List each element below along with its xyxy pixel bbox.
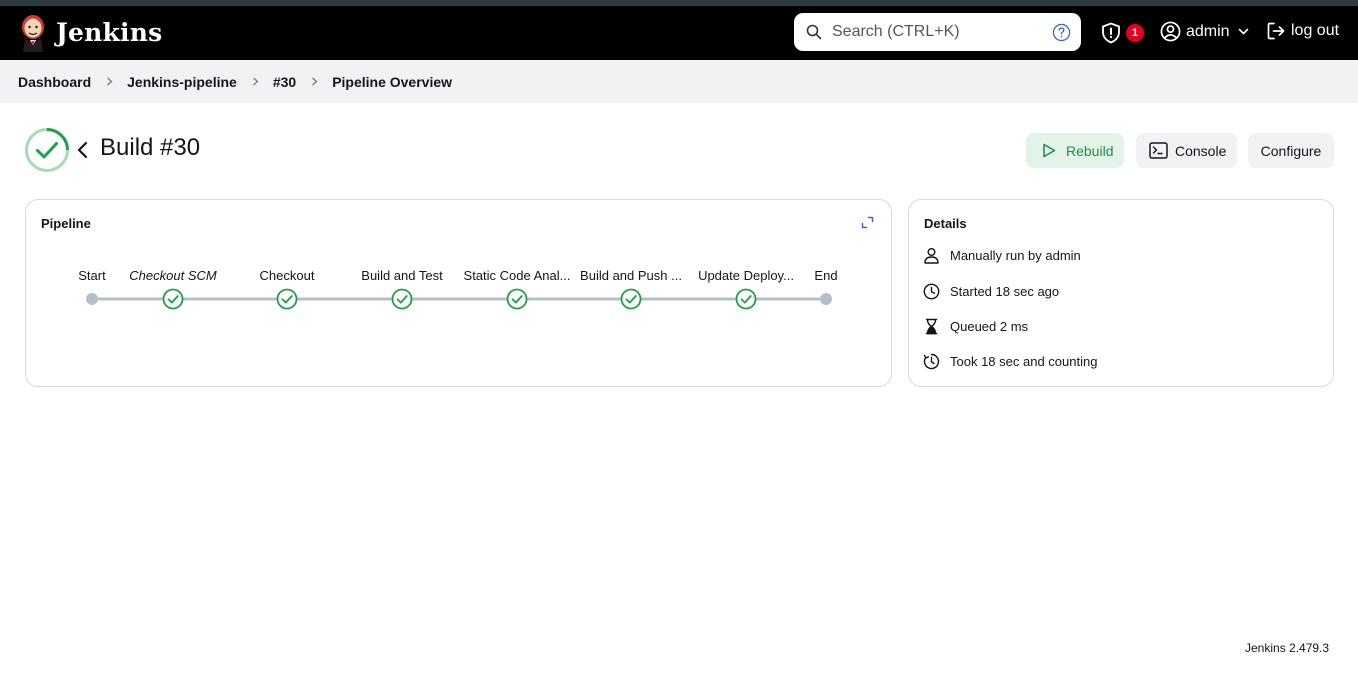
detail-started-time: Started 18 sec ago (923, 283, 1059, 300)
stage-node-build-and-push[interactable] (620, 288, 642, 310)
detail-duration-text: Took 18 sec and counting (950, 354, 1098, 369)
rebuild-label: Rebuild (1066, 142, 1114, 159)
stage-node-build-and-test[interactable] (391, 288, 413, 310)
stage-node-checkout-scm[interactable] (162, 288, 184, 310)
breadcrumb-dashboard[interactable]: Dashboard (18, 74, 91, 90)
stage-node-update-deploy[interactable] (735, 288, 757, 310)
hourglass-icon (925, 318, 938, 335)
jenkins-home-link[interactable]: Jenkins (18, 12, 162, 52)
breadcrumb-pipeline-overview[interactable]: Pipeline Overview (332, 74, 452, 90)
breadcrumb-separator-icon (107, 77, 113, 86)
clock-icon (923, 283, 940, 300)
breadcrumb: Dashboard Jenkins-pipeline #30 Pipeline … (0, 60, 1358, 103)
logout-link[interactable]: log out (1266, 21, 1339, 41)
stage-node-start (86, 293, 98, 305)
user-icon (924, 248, 939, 264)
breadcrumb-separator-icon (252, 77, 259, 86)
user-name: admin (1186, 22, 1230, 40)
stage-label-build-and-push[interactable]: Build and Push ... (580, 268, 682, 283)
detail-started-by-text: Manually run by admin (950, 248, 1081, 263)
details-card: Details Manually run by admin Started 18… (908, 199, 1334, 387)
details-card-title: Details (924, 216, 967, 231)
console-button[interactable]: Console (1136, 133, 1237, 168)
stage-label-start: Start (78, 268, 106, 283)
back-chevron-icon[interactable] (76, 141, 90, 159)
detail-queued-text: Queued 2 ms (950, 319, 1029, 334)
stage-label-build-and-test[interactable]: Build and Test (361, 268, 442, 283)
page-title: Build #30 (100, 134, 201, 161)
configure-button[interactable]: Configure (1248, 133, 1334, 168)
stage-label-update-deploy[interactable]: Update Deploy... (698, 268, 794, 283)
user-menu[interactable]: admin (1160, 21, 1249, 42)
logout-icon (1267, 22, 1285, 40)
breadcrumb-job[interactable]: Jenkins-pipeline (127, 74, 237, 90)
jenkins-butler-logo-icon (22, 15, 44, 52)
stage-label-static-code-anal[interactable]: Static Code Anal... (464, 268, 571, 283)
stage-node-end (820, 293, 832, 305)
stage-node-static-code-anal[interactable] (506, 288, 528, 310)
rebuild-button[interactable]: Rebuild (1026, 133, 1124, 168)
breadcrumb-separator-icon (312, 77, 318, 86)
search-box[interactable] (794, 13, 1081, 51)
detail-queued: Queued 2 ms (923, 318, 1028, 335)
detail-duration: Took 18 sec and counting (923, 353, 1097, 370)
logout-label: log out (1291, 22, 1340, 39)
search-icon (806, 24, 822, 40)
search-input[interactable] (832, 19, 1042, 45)
play-icon (1043, 143, 1056, 158)
stage-label-checkout-scm[interactable]: Checkout SCM (129, 268, 216, 283)
security-shield-icon[interactable] (1100, 22, 1122, 44)
configure-label: Configure (1260, 142, 1322, 159)
stage-label-end: End (814, 268, 838, 283)
build-success-status-icon (25, 128, 69, 172)
jenkins-version-link[interactable]: Jenkins 2.479.3 (1245, 641, 1329, 655)
pipeline-card: Pipeline Start Checkout SCM Checkout Build … (25, 199, 892, 387)
chevron-down-icon (1238, 28, 1248, 35)
help-icon[interactable] (1052, 23, 1071, 42)
stage-node-checkout[interactable] (276, 288, 298, 310)
app-name: Jenkins (56, 17, 163, 47)
breadcrumb-build[interactable]: #30 (273, 74, 296, 90)
timer-icon (923, 353, 940, 370)
user-avatar-icon (1160, 21, 1181, 42)
detail-started-time-text: Started 18 sec ago (950, 284, 1060, 299)
security-alert-count-badge[interactable]: 1 (1126, 24, 1144, 42)
detail-started-by: Manually run by admin (923, 247, 1081, 264)
top-navigation-bar: Jenkins 1 admin (0, 6, 1358, 60)
terminal-icon (1149, 142, 1168, 159)
pipeline-graph (86, 288, 832, 310)
console-label: Console (1175, 142, 1227, 159)
stage-label-checkout[interactable]: Checkout (260, 268, 315, 283)
